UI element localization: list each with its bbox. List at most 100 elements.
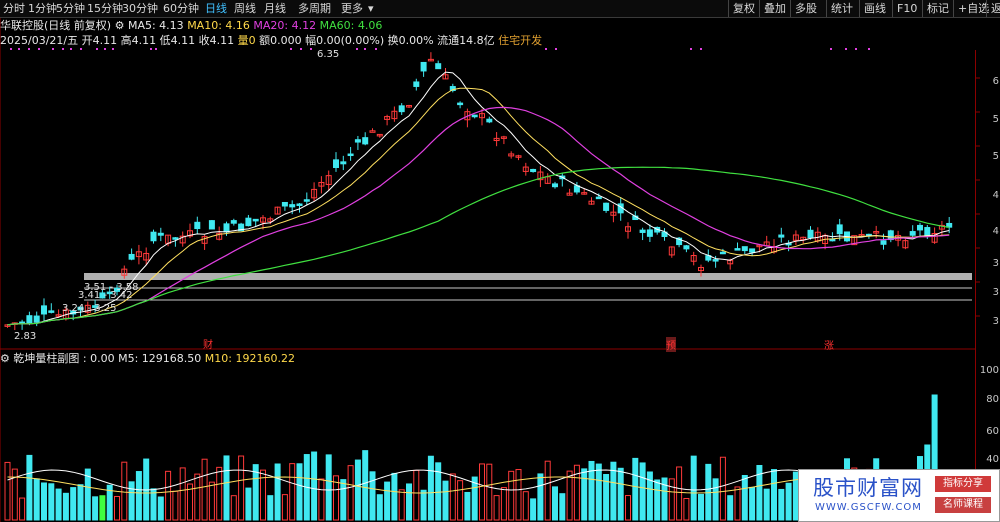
tab-9[interactable]: 多周期 (298, 0, 331, 17)
volume-bar (208, 481, 215, 521)
toolbar-button-3[interactable]: 统计 (826, 0, 857, 17)
candle-body (552, 183, 558, 188)
price-tick: 5 (992, 114, 999, 125)
forecast-marker[interactable]: 预 (666, 337, 676, 352)
candle-body (128, 253, 135, 260)
kline-chart[interactable] (0, 0, 1000, 522)
volume-bar (427, 455, 434, 521)
volume-bar (639, 462, 646, 521)
volume-bar (318, 478, 325, 521)
volume-bar (223, 455, 230, 521)
tab-3[interactable]: 15分钟 (87, 0, 123, 17)
candle-body (48, 310, 55, 313)
volume-bar (676, 466, 683, 521)
watermark: 股市财富网 WWW.GSCFW.COM 指标分享 名师课程 (798, 469, 1000, 522)
candle-body (413, 81, 420, 87)
candle-body (303, 199, 310, 202)
more-dropdown-icon[interactable]: ▾ (368, 0, 374, 17)
volume-bar (281, 494, 288, 521)
volume-bar (354, 459, 361, 521)
volume-bar (719, 456, 726, 521)
ma60-label: MA60: 4.06 (319, 19, 383, 32)
volume-bar (457, 480, 464, 521)
volume-bar (391, 472, 398, 521)
volume-bar (530, 498, 537, 521)
tab-4[interactable]: 30分钟 (122, 0, 158, 17)
volume-tick: 100 (979, 365, 999, 376)
candle-body (172, 237, 179, 240)
candle-body (296, 203, 303, 206)
toolbar-button-5[interactable]: F10 (892, 0, 921, 17)
volume-bar (515, 469, 522, 521)
volume-bar (179, 467, 186, 521)
volume-bar (690, 455, 697, 521)
candle-body (683, 245, 690, 250)
volume-bar (99, 495, 106, 521)
toolbar-button-2[interactable]: 多股 (790, 0, 821, 17)
candle-body (223, 223, 230, 233)
candle-body (369, 130, 376, 133)
volume-bar (413, 469, 420, 521)
candle-body (340, 161, 347, 165)
ma60-line (7, 166, 950, 326)
toolbar-button-6[interactable]: 标记 (922, 0, 953, 17)
price-tick: 4 (992, 190, 999, 201)
watermark-title: 股市财富网 (813, 476, 923, 500)
stock-name[interactable]: 华联控股(日线 前复权) (0, 19, 111, 32)
bar-volume: 量0 (237, 34, 256, 47)
volume-bar (4, 461, 11, 521)
price-tick: 6 (992, 76, 999, 87)
volume-bar (26, 454, 33, 521)
volume-m10: M10: 192160.22 (204, 352, 295, 365)
toolbar-button-4[interactable]: 画线 (859, 0, 890, 17)
volume-bar (157, 496, 164, 521)
tab-6[interactable]: 日线 (205, 0, 227, 17)
finance-marker[interactable]: 财 (203, 336, 213, 351)
tab-10[interactable]: 更多 (341, 0, 363, 17)
candle-body (26, 315, 33, 324)
volume-indicator-name[interactable]: 乾坤量柱副图 (13, 352, 79, 365)
tab-5[interactable]: 60分钟 (163, 0, 199, 17)
volume-bar (340, 479, 347, 521)
limit-up-marker[interactable]: 涨 (824, 337, 834, 352)
volume-bar (625, 495, 631, 521)
tab-7[interactable]: 周线 (234, 0, 256, 17)
candle-body (603, 202, 610, 211)
ma10-line (7, 87, 950, 326)
candle-body (887, 230, 894, 241)
toolbar-button-8[interactable]: 返 (986, 0, 1000, 17)
candle-body (289, 204, 296, 208)
tab-0[interactable]: 分时 (3, 0, 25, 17)
volume-bar (311, 451, 318, 521)
volume-bar (464, 491, 471, 521)
volume-bar (552, 486, 558, 521)
volume-bar (19, 497, 26, 521)
volume-bar (376, 494, 383, 521)
volume-bar (150, 488, 157, 521)
volume-bar (420, 489, 427, 521)
volume-bar (216, 466, 223, 521)
toolbar-button-0[interactable]: 复权 (728, 0, 759, 17)
volume-tick: 40 (986, 454, 999, 465)
volume-bar (77, 484, 84, 521)
volume-bar (121, 461, 128, 521)
toolbar-button-1[interactable]: 叠加 (759, 0, 790, 17)
tab-1[interactable]: 1分钟 (28, 0, 57, 17)
candle-body (252, 218, 259, 222)
tab-2[interactable]: 5分钟 (56, 0, 85, 17)
sector-link[interactable]: 住宅开发 (498, 34, 542, 47)
volume-bar (785, 482, 792, 521)
volume-bar (55, 488, 62, 521)
ma-settings-icon[interactable]: ⚙ (115, 19, 125, 32)
candle-body (917, 224, 923, 231)
volume-settings-icon[interactable]: ⚙ (0, 352, 10, 365)
candle-body (836, 224, 843, 235)
volume-bar (238, 455, 245, 521)
bar-low: 低4.11 (159, 34, 196, 47)
watermark-badge: 名师课程 (935, 497, 991, 513)
watermark-badge: 指标分享 (935, 476, 991, 492)
low-price-label: 2.83 (14, 331, 37, 342)
tab-8[interactable]: 月线 (264, 0, 286, 17)
volume-bar (398, 489, 405, 521)
volume-bar (617, 467, 624, 521)
